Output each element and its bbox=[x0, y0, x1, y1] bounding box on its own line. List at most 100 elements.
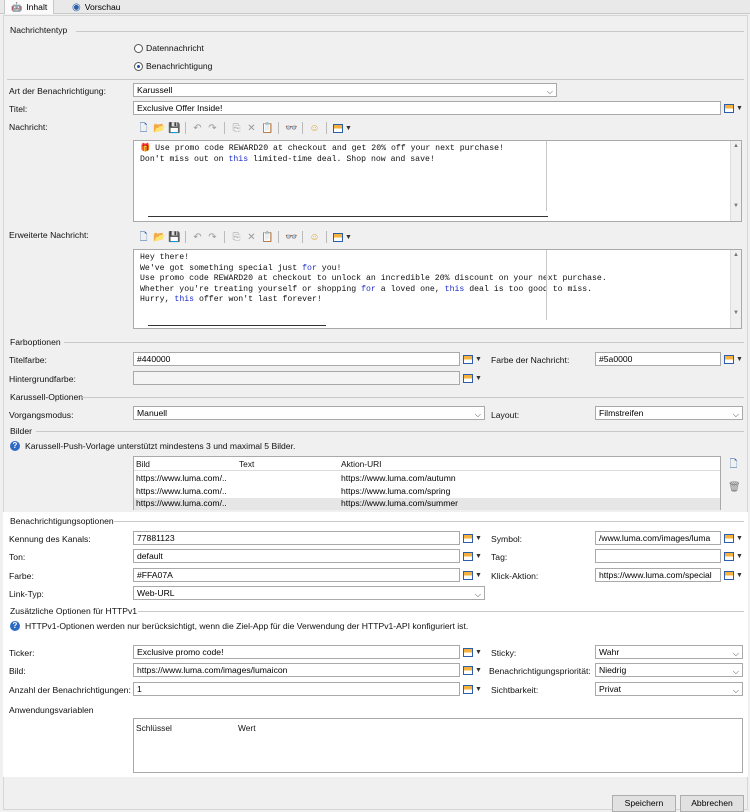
kanal-personalize[interactable]: ▼ bbox=[463, 532, 483, 544]
anzahl-personalize[interactable]: ▼ bbox=[463, 683, 483, 695]
ticker-input[interactable]: Exclusive promo code! bbox=[133, 645, 460, 659]
horizontal-scrollbar[interactable] bbox=[148, 216, 548, 217]
cancel-button[interactable]: Abbrechen bbox=[680, 795, 744, 812]
column-header-bild[interactable]: Bild bbox=[136, 459, 150, 469]
klick-input[interactable]: https://www.luma.com/special bbox=[595, 568, 721, 582]
farbe-input[interactable]: #FFA07A bbox=[133, 568, 460, 582]
trash-icon[interactable]: 🗑 bbox=[728, 482, 741, 493]
sicht-select[interactable]: Privat ⌵ bbox=[595, 682, 743, 696]
new-file-icon[interactable]: 🗋 bbox=[138, 232, 149, 243]
chevron-down-icon: ▼ bbox=[736, 355, 743, 363]
layout-select[interactable]: Filmstreifen ⌵ bbox=[595, 406, 743, 420]
color-picker-icon bbox=[463, 570, 473, 580]
emoji-icon[interactable]: ☺ bbox=[309, 232, 320, 243]
emoji-icon[interactable]: ☺ bbox=[309, 123, 320, 134]
symbol-personalize[interactable]: ▼ bbox=[724, 532, 744, 544]
redo-icon[interactable]: ↷ bbox=[207, 123, 218, 134]
table-row[interactable]: https://www.luma.com/.. https://www.luma… bbox=[134, 473, 720, 485]
cut-icon[interactable]: ✕ bbox=[246, 232, 257, 243]
tab-vorschau[interactable]: ◉ Vorschau bbox=[66, 0, 127, 14]
open-folder-icon[interactable]: 📂 bbox=[153, 232, 165, 243]
insert-personalize[interactable]: ▼ bbox=[333, 122, 353, 134]
table-row[interactable]: https://www.luma.com/.. https://www.luma… bbox=[134, 486, 720, 498]
bilder-table[interactable]: Bild Text Aktion-URI https://www.luma.co… bbox=[133, 456, 721, 510]
vorgang-select[interactable]: Manuell ⌵ bbox=[133, 406, 485, 420]
column-header-schluessel[interactable]: Schlüssel bbox=[136, 723, 172, 733]
copy-icon[interactable]: ⎘ bbox=[231, 232, 242, 243]
column-header-aktion[interactable]: Aktion-URI bbox=[341, 459, 382, 469]
titel-input[interactable]: Exclusive Offer Inside! bbox=[133, 101, 721, 115]
link-value: Web-URL bbox=[137, 588, 175, 598]
radio-benachrichtigung[interactable]: Benachrichtigung bbox=[134, 61, 212, 71]
layout-label: Layout: bbox=[491, 410, 520, 420]
group-line bbox=[36, 431, 744, 432]
chevron-down-icon: ⌵ bbox=[546, 87, 553, 96]
find-icon[interactable]: 👓 bbox=[285, 232, 297, 243]
erweitert-editor[interactable]: Hey there! We've got something special j… bbox=[133, 249, 742, 329]
paste-icon[interactable]: 📋 bbox=[261, 232, 273, 243]
open-folder-icon[interactable]: 📂 bbox=[153, 123, 165, 134]
nachricht-editor[interactable]: 🎁 Use promo code REWARD20 at checkout an… bbox=[133, 140, 742, 222]
tag-personalize[interactable]: ▼ bbox=[724, 550, 744, 562]
column-header-text[interactable]: Text bbox=[239, 459, 254, 469]
sicht-label: Sichtbarkeit: bbox=[491, 685, 539, 695]
save-button[interactable]: Speichern bbox=[612, 795, 676, 812]
add-image-icon[interactable]: 🗋 bbox=[728, 459, 739, 470]
titel-personalize[interactable]: ▼ bbox=[724, 102, 744, 114]
tag-input[interactable] bbox=[595, 549, 721, 563]
table-row-selected[interactable]: https://www.luma.com/.. https://www.luma… bbox=[134, 498, 720, 510]
sticky-select[interactable]: Wahr ⌵ bbox=[595, 645, 743, 659]
titelfarbe-picker[interactable]: ▼ bbox=[463, 353, 483, 365]
undo-icon[interactable]: ↶ bbox=[192, 232, 203, 243]
separator bbox=[302, 231, 303, 243]
prio-label: Benachrichtigungspriorität: bbox=[489, 666, 591, 676]
redo-icon[interactable]: ↷ bbox=[207, 232, 218, 243]
hintergrund-input[interactable] bbox=[133, 371, 460, 385]
anzahl-input[interactable]: 1 bbox=[133, 682, 460, 696]
bild-personalize[interactable]: ▼ bbox=[463, 664, 483, 676]
group-title-bilder: Bilder bbox=[10, 426, 32, 436]
kanal-input[interactable]: 77881123 bbox=[133, 531, 460, 545]
separator bbox=[278, 122, 279, 134]
vertical-scrollbar[interactable]: ▲ ▼ bbox=[730, 141, 741, 221]
save-icon[interactable]: 💾 bbox=[168, 232, 180, 243]
prio-select[interactable]: Niedrig ⌵ bbox=[595, 663, 743, 677]
paste-icon[interactable]: 📋 bbox=[261, 123, 273, 134]
farbe-nachricht-label: Farbe der Nachricht: bbox=[491, 355, 570, 365]
art-select[interactable]: Karussell ⌵ bbox=[133, 83, 557, 97]
group-line bbox=[64, 342, 744, 343]
hintergrund-label: Hintergrundfarbe: bbox=[9, 374, 76, 384]
insert-personalize[interactable]: ▼ bbox=[333, 231, 353, 243]
anwendung-table[interactable]: Schlüssel Wert bbox=[133, 718, 743, 773]
copy-icon[interactable]: ⎘ bbox=[231, 123, 242, 134]
cut-icon[interactable]: ✕ bbox=[246, 123, 257, 134]
save-icon[interactable]: 💾 bbox=[168, 123, 180, 134]
find-icon[interactable]: 👓 bbox=[285, 123, 297, 134]
symbol-input[interactable]: /www.luma.com/images/luma bbox=[595, 531, 721, 545]
separator bbox=[224, 122, 225, 134]
link-select[interactable]: Web-URL ⌵ bbox=[133, 586, 485, 600]
farbe-nachricht-input[interactable]: #5a0000 bbox=[595, 352, 721, 366]
new-file-icon[interactable]: 🗋 bbox=[138, 123, 149, 134]
scroll-down-icon: ▼ bbox=[733, 310, 739, 316]
chevron-down-icon: ▼ bbox=[736, 571, 743, 579]
radio-datennachricht[interactable]: Datennachricht bbox=[134, 43, 204, 53]
hintergrund-picker[interactable]: ▼ bbox=[463, 372, 483, 384]
titelfarbe-input[interactable]: #440000 bbox=[133, 352, 460, 366]
text-token: We've got something special just bbox=[140, 263, 303, 273]
vertical-scrollbar[interactable]: ▲ ▼ bbox=[730, 250, 741, 328]
chevron-down-icon: ▼ bbox=[475, 374, 482, 382]
farbe-nachricht-picker[interactable]: ▼ bbox=[724, 353, 744, 365]
bild-input[interactable]: https://www.luma.com/images/lumaicon bbox=[133, 663, 460, 677]
farbe-picker[interactable]: ▼ bbox=[463, 569, 483, 581]
ticker-personalize[interactable]: ▼ bbox=[463, 646, 483, 658]
erweitert-label: Erweiterte Nachricht: bbox=[9, 230, 89, 240]
klick-personalize[interactable]: ▼ bbox=[724, 569, 744, 581]
tab-inhalt[interactable]: 🤖 Inhalt bbox=[4, 0, 55, 14]
anzahl-label: Anzahl der Benachrichtigungen: bbox=[9, 685, 131, 695]
ton-input[interactable]: default bbox=[133, 549, 460, 563]
undo-icon[interactable]: ↶ bbox=[192, 123, 203, 134]
horizontal-scrollbar[interactable] bbox=[148, 325, 326, 326]
ton-personalize[interactable]: ▼ bbox=[463, 550, 483, 562]
column-header-wert[interactable]: Wert bbox=[238, 723, 256, 733]
